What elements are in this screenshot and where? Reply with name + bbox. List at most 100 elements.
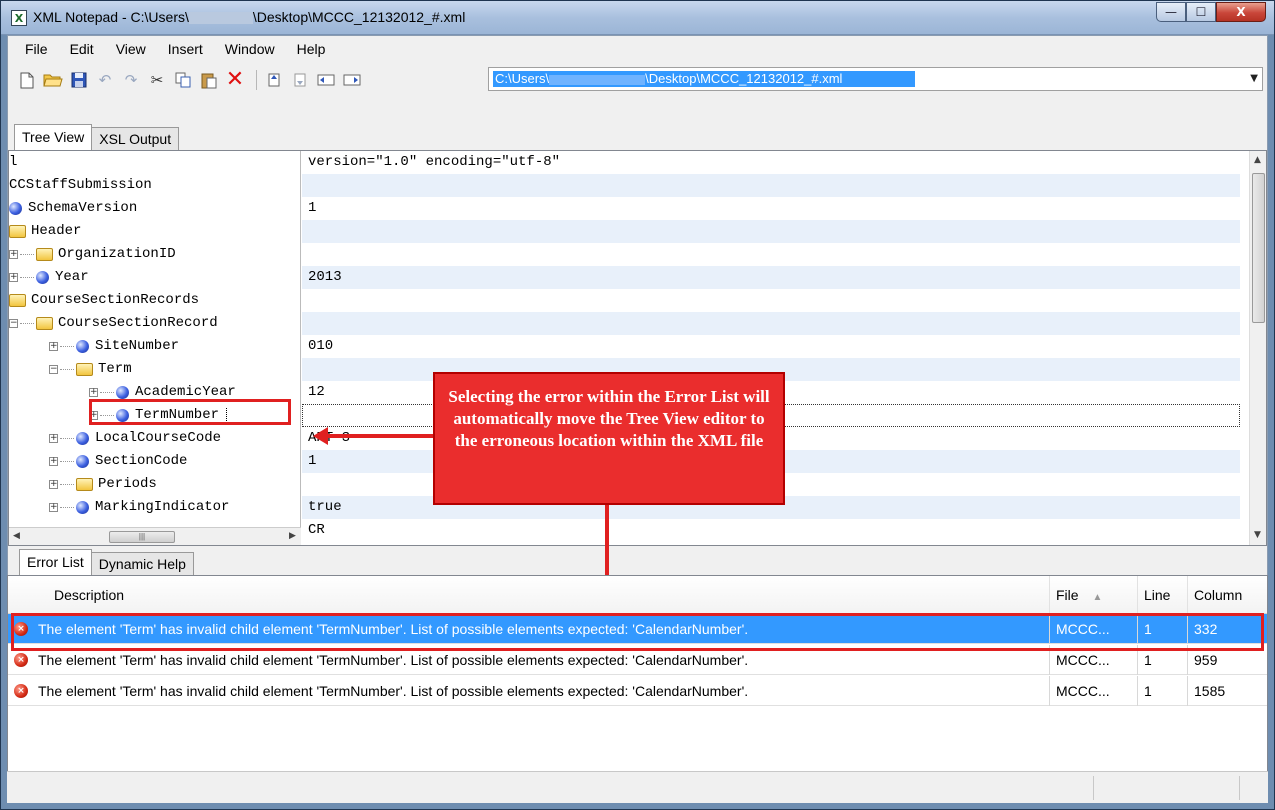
- folder-icon: [9, 294, 26, 307]
- vertical-scrollbar[interactable]: ▲ ▼: [1249, 151, 1266, 545]
- tree-node[interactable]: + OrganizationID: [9, 243, 176, 266]
- tree-node-label: SiteNumber: [95, 338, 180, 354]
- undo-icon[interactable]: ↶: [94, 69, 116, 91]
- expand-icon[interactable]: +: [49, 434, 58, 443]
- arrow-left-icon: [313, 427, 328, 445]
- error-row[interactable]: × The element 'Term' has invalid child el…: [8, 676, 1267, 706]
- node-value[interactable]: [302, 312, 1240, 335]
- folder-icon: [9, 225, 26, 238]
- menu-file[interactable]: File: [14, 36, 59, 62]
- close-button[interactable]: X: [1216, 2, 1266, 22]
- title-bar[interactable]: X XML Notepad - C:\Users\ \Desktop\MCCC_1…: [1, 1, 1274, 35]
- collapse-icon[interactable]: −: [49, 365, 58, 374]
- tree-connector: [60, 438, 74, 439]
- nudge-left-icon[interactable]: [315, 69, 337, 91]
- node-value[interactable]: [302, 289, 1240, 312]
- tree-node[interactable]: CCStaffSubmission: [9, 174, 152, 197]
- tree-node[interactable]: + SectionCode: [49, 450, 187, 473]
- scroll-down-icon[interactable]: ▼: [1254, 531, 1261, 540]
- expand-icon[interactable]: +: [9, 250, 18, 259]
- collapse-icon[interactable]: −: [9, 319, 18, 328]
- tree-connector: [60, 461, 74, 462]
- nudge-right-icon[interactable]: [341, 69, 363, 91]
- node-value[interactable]: version="1.0" encoding="utf-8": [302, 151, 1240, 174]
- tree-node[interactable]: l: [9, 151, 17, 174]
- scroll-up-icon[interactable]: ▲: [1254, 156, 1261, 165]
- tab-xsl-output[interactable]: XSL Output: [91, 127, 180, 150]
- expand-icon[interactable]: +: [49, 503, 58, 512]
- column-column[interactable]: Column: [1188, 576, 1267, 614]
- error-icon: ×: [14, 653, 28, 667]
- node-value[interactable]: CR: [302, 519, 1240, 542]
- redo-icon[interactable]: ↷: [120, 69, 142, 91]
- tab-tree-view[interactable]: Tree View: [14, 124, 93, 150]
- column-line[interactable]: Line: [1138, 576, 1188, 614]
- copy-icon[interactable]: [172, 69, 194, 91]
- scrollbar-thumb[interactable]: [1252, 173, 1265, 323]
- open-folder-icon[interactable]: [42, 69, 64, 91]
- menu-insert[interactable]: Insert: [157, 36, 214, 62]
- maximize-button[interactable]: ☐: [1186, 2, 1216, 22]
- nudge-up-icon[interactable]: [263, 69, 285, 91]
- tree-node[interactable]: + Year: [9, 266, 89, 289]
- folder-icon: [36, 317, 53, 330]
- node-value[interactable]: [302, 174, 1240, 197]
- minimize-button[interactable]: —: [1156, 2, 1186, 22]
- element-node-icon: [76, 340, 89, 353]
- tree-node[interactable]: SchemaVersion: [9, 197, 137, 220]
- node-value[interactable]: 010: [302, 335, 1240, 358]
- tree-node[interactable]: Header: [9, 220, 81, 243]
- xml-notepad-app-icon: X: [11, 10, 27, 26]
- view-tabs: Tree View XSL Output: [14, 124, 180, 150]
- file-path-combobox[interactable]: C:\Users\ \Desktop\MCCC_12132012_#.xml ▼: [488, 67, 1263, 91]
- node-value[interactable]: [302, 243, 1240, 266]
- toolbar-separator: [256, 70, 257, 90]
- tree-node[interactable]: CourseSectionRecords: [9, 289, 199, 312]
- tree-node[interactable]: + SiteNumber: [49, 335, 179, 358]
- delete-icon[interactable]: ✕: [224, 69, 246, 91]
- expand-icon[interactable]: +: [49, 480, 58, 489]
- scrollbar-thumb[interactable]: |||: [109, 531, 175, 543]
- close-icon: X: [1236, 5, 1246, 19]
- expand-icon[interactable]: +: [89, 388, 98, 397]
- paste-icon[interactable]: [198, 69, 220, 91]
- column-file-label: File: [1056, 587, 1079, 603]
- expand-icon[interactable]: +: [49, 342, 58, 351]
- menu-help[interactable]: Help: [286, 36, 337, 62]
- expand-icon[interactable]: +: [9, 273, 18, 282]
- tree-node[interactable]: − Term: [49, 358, 132, 381]
- minimize-icon: —: [1165, 5, 1177, 19]
- status-divider: [1093, 776, 1094, 800]
- element-node-icon: [76, 432, 89, 445]
- node-value[interactable]: [302, 220, 1240, 243]
- tree-node[interactable]: − CourseSectionRecord: [9, 312, 218, 335]
- node-value[interactable]: 2013: [302, 266, 1240, 289]
- cut-icon[interactable]: ✂: [146, 69, 168, 91]
- column-file[interactable]: File ▲: [1050, 576, 1138, 614]
- scroll-left-icon[interactable]: ◀: [13, 532, 20, 541]
- tab-dynamic-help[interactable]: Dynamic Help: [90, 552, 194, 575]
- tree-connector: [60, 346, 74, 347]
- column-description[interactable]: Description: [8, 576, 1050, 614]
- xml-tree[interactable]: l CCStaffSubmission SchemaVersion Header + Or…: [9, 151, 301, 527]
- element-node-icon: [36, 271, 49, 284]
- chevron-down-icon[interactable]: ▼: [1250, 74, 1258, 84]
- tree-node-label: CourseSectionRecord: [58, 315, 218, 331]
- horizontal-scrollbar[interactable]: ◀ ||| ▶: [9, 527, 301, 545]
- expand-icon[interactable]: +: [49, 457, 58, 466]
- scroll-right-icon[interactable]: ▶: [289, 532, 296, 541]
- new-document-icon[interactable]: [16, 69, 38, 91]
- tab-error-list[interactable]: Error List: [19, 549, 92, 575]
- nudge-down-icon[interactable]: [289, 69, 311, 91]
- menu-window[interactable]: Window: [214, 36, 286, 62]
- node-value[interactable]: 1: [302, 197, 1240, 220]
- status-bar: [7, 771, 1268, 803]
- menu-view[interactable]: View: [105, 36, 157, 62]
- title-prefix: XML Notepad - C:\Users\: [33, 9, 189, 25]
- tree-node[interactable]: + LocalCourseCode: [49, 427, 221, 450]
- save-icon[interactable]: [68, 69, 90, 91]
- menu-edit[interactable]: Edit: [59, 36, 105, 62]
- error-list-header: Description File ▲ Line Column: [8, 576, 1267, 614]
- tree-node[interactable]: + MarkingIndicator: [49, 496, 229, 519]
- tree-node[interactable]: + Periods: [49, 473, 157, 496]
